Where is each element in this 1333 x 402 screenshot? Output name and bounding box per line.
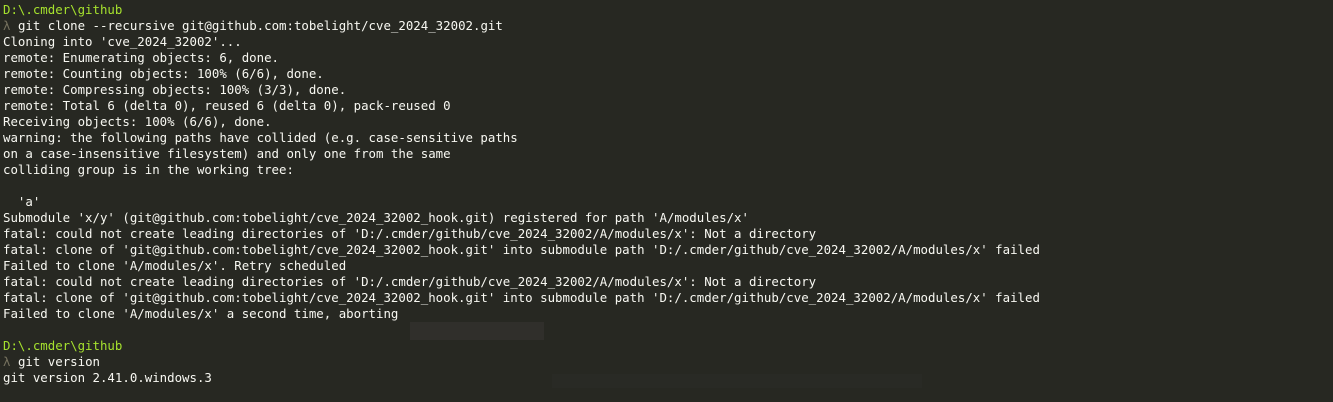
- output-line: colliding group is in the working tree:: [3, 162, 294, 177]
- output-line: Cloning into 'cve_2024_32002'...: [3, 34, 242, 49]
- output-line: warning: the following paths have collid…: [3, 130, 518, 145]
- faint-overlay-line: [552, 374, 922, 388]
- output-line: Receiving objects: 100% (6/6), done.: [3, 114, 272, 129]
- output-line: on a case-insensitive filesystem) and on…: [3, 146, 451, 161]
- output-line: remote: Compressing objects: 100% (3/3),…: [3, 82, 347, 97]
- faint-overlay-block: [410, 322, 544, 340]
- output-line: 'a': [3, 194, 41, 209]
- prompt-lambda-icon: λ: [3, 18, 11, 33]
- output-line: remote: Enumerating objects: 6, done.: [3, 50, 280, 65]
- prompt-path: D:\.cmder\github: [3, 2, 123, 17]
- prompt-path: D:\.cmder\github: [3, 338, 123, 353]
- output-line: remote: Counting objects: 100% (6/6), do…: [3, 66, 324, 81]
- output-line: Submodule 'x/y' (git@github.com:tobeligh…: [3, 210, 749, 225]
- terminal-window[interactable]: D:\.cmder\github λ git clone --recursive…: [0, 0, 1333, 402]
- prompt-lambda-icon: λ: [3, 354, 11, 369]
- command-line: λ git clone --recursive git@github.com:t…: [3, 18, 1040, 34]
- command-text: git clone --recursive git@github.com:tob…: [17, 18, 503, 33]
- command-text: git version: [17, 354, 100, 369]
- output-line: Failed to clone 'A/modules/x' a second t…: [3, 306, 399, 321]
- output-line: fatal: could not create leading director…: [3, 226, 817, 241]
- output-line: remote: Total 6 (delta 0), reused 6 (del…: [3, 98, 451, 113]
- output-line: fatal: clone of 'git@github.com:tobeligh…: [3, 290, 1040, 305]
- output-line: Failed to clone 'A/modules/x'. Retry sch…: [3, 258, 347, 273]
- command-line: λ git version: [3, 354, 1040, 370]
- output-line: fatal: could not create leading director…: [3, 274, 817, 289]
- output-line: fatal: clone of 'git@github.com:tobeligh…: [3, 242, 1040, 257]
